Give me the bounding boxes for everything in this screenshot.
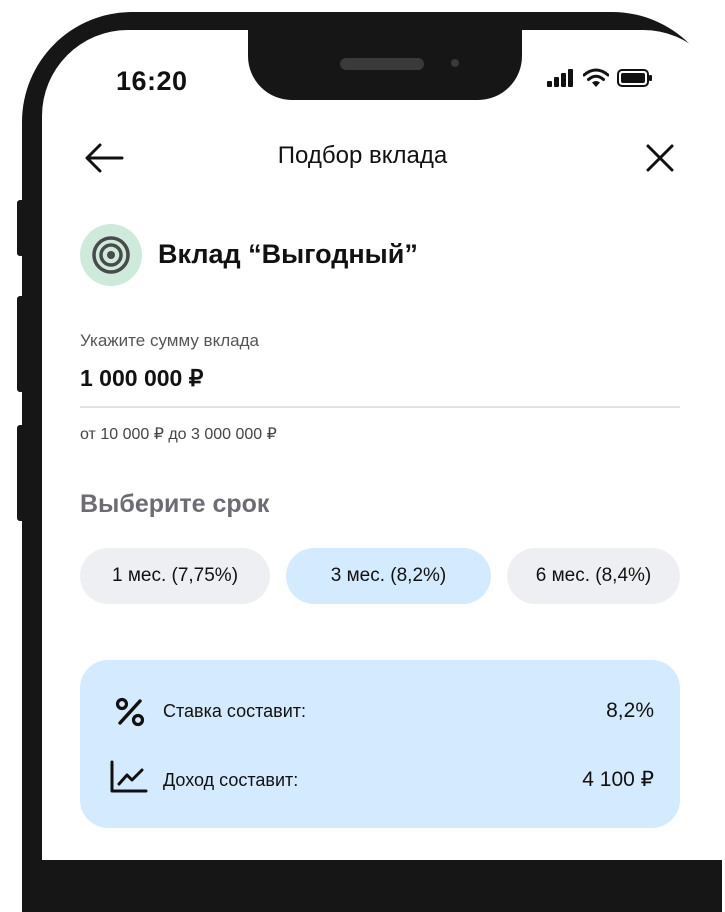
- chart-growth-icon: [110, 760, 148, 793]
- signal-icon: [547, 69, 573, 87]
- rate-label: Ставка составит:: [163, 701, 307, 721]
- deposit-summary-card: [80, 660, 680, 828]
- close-button[interactable]: [640, 138, 680, 178]
- amount-range-hint: от 10 000 ₽ до 3 000 000 ₽: [80, 426, 277, 443]
- amount-input[interactable]: 1 000 000 ₽: [80, 365, 203, 392]
- phone-speaker: [340, 58, 424, 70]
- term-section-title: Выберите срок: [80, 490, 270, 518]
- amount-field-underline: [80, 406, 680, 408]
- term-option-6-months[interactable]: 6 мес. (8,4%): [507, 548, 680, 604]
- rate-value: 8,2%: [606, 699, 654, 722]
- phone-camera: [451, 59, 459, 67]
- battery-icon: [617, 69, 652, 87]
- status-icons: [547, 68, 653, 88]
- target-icon: [92, 236, 130, 274]
- amount-field-label: Укажите сумму вклада: [80, 331, 259, 350]
- deposit-product-icon: [80, 224, 142, 286]
- wifi-icon: [583, 68, 609, 87]
- page-title: Подбор вклада: [277, 142, 448, 169]
- income-label: Доход составит:: [163, 770, 299, 790]
- percent-icon: [115, 697, 145, 727]
- income-value: 4 100 ₽: [582, 768, 654, 791]
- close-icon: [646, 144, 674, 172]
- term-option-3-months[interactable]: 3 мес. (8,2%): [286, 548, 491, 604]
- term-option-1-month[interactable]: 1 мес. (7,75%): [80, 548, 270, 604]
- status-time: 16:20: [116, 66, 188, 96]
- deposit-product-title: Вклад “Выгодный”: [158, 239, 418, 269]
